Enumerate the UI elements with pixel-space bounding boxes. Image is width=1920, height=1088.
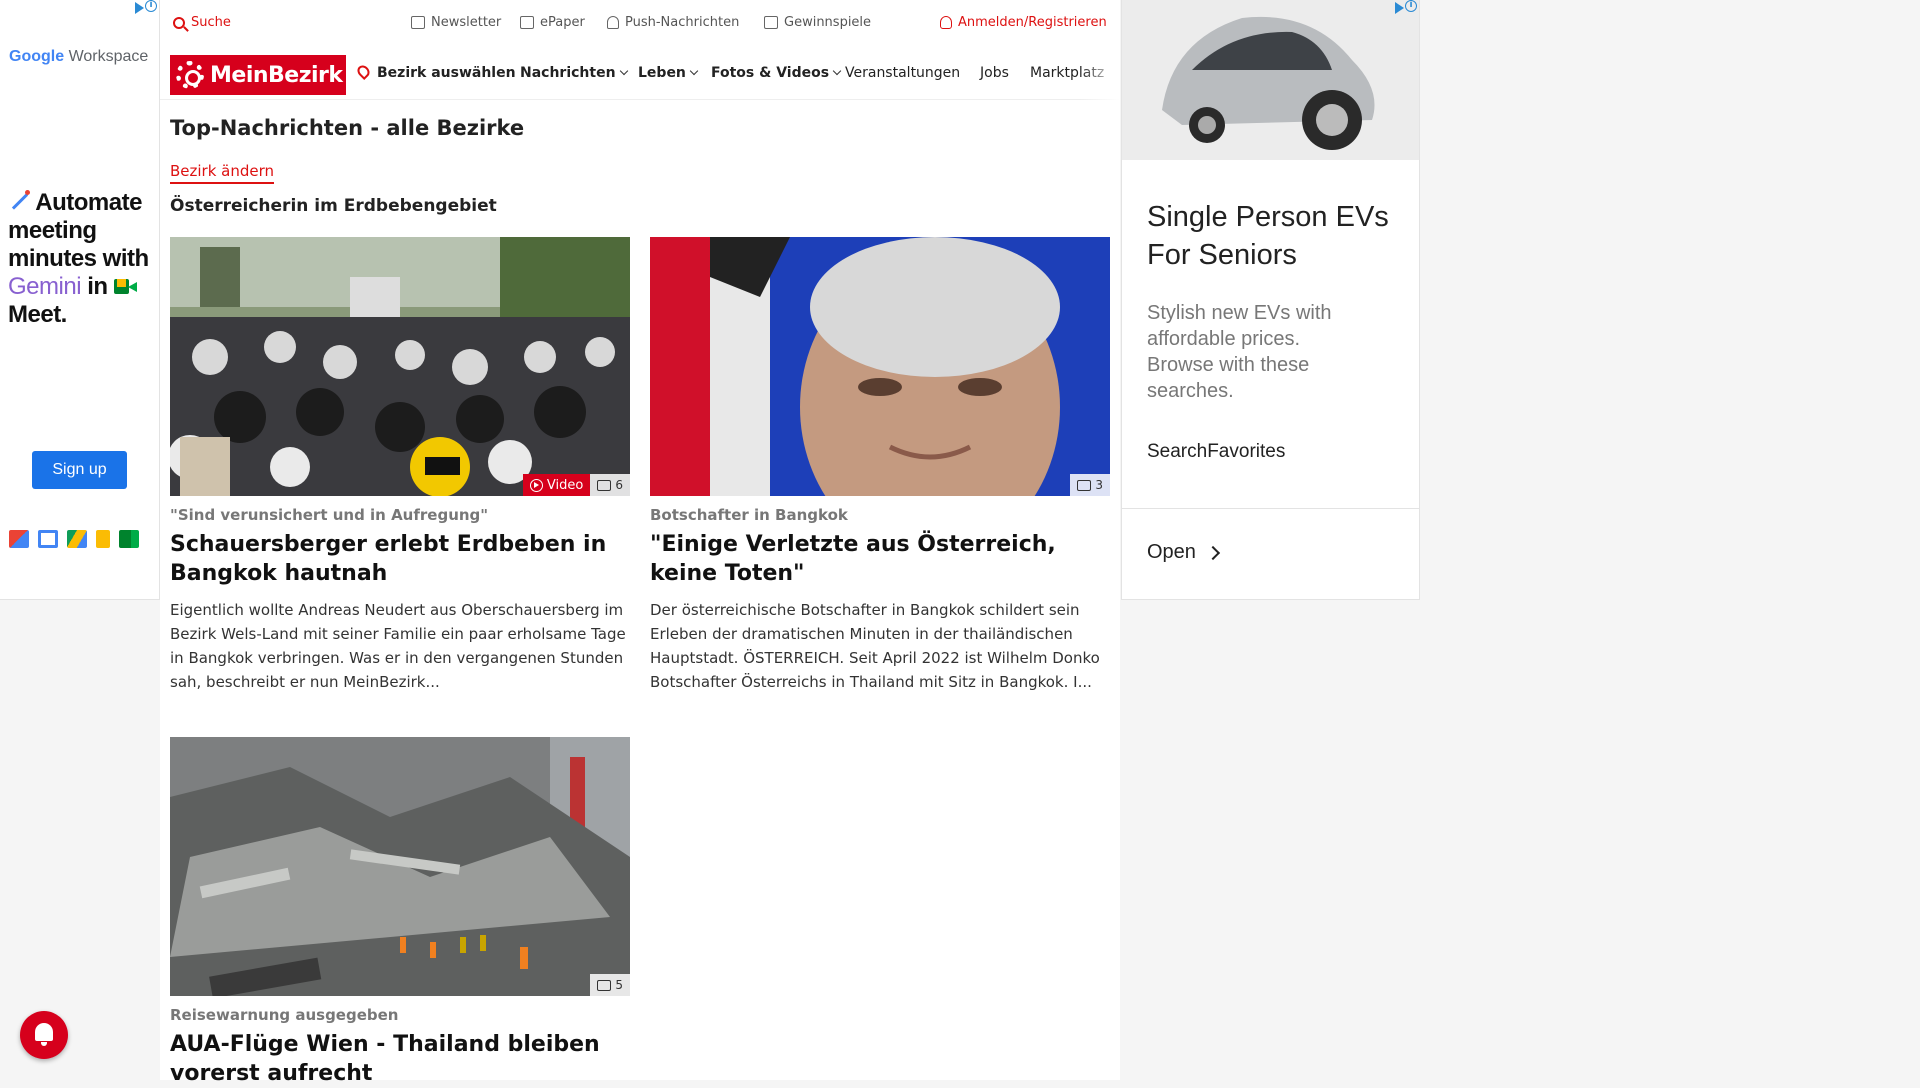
article-image-ambassador[interactable]: 3 <box>650 237 1110 496</box>
main-content: Suche Newsletter ePaper Push-Nachrichten… <box>160 0 1120 1086</box>
chevron-down-icon <box>689 66 699 76</box>
bezirk-select-button[interactable]: Bezirk auswählen <box>355 63 516 81</box>
newsletter-link[interactable]: Newsletter <box>411 15 501 30</box>
article-card[interactable]: 3 Botschafter in Bangkok "Einige Verletz… <box>650 237 1110 694</box>
epaper-link[interactable]: ePaper <box>520 15 585 30</box>
play-icon <box>529 478 543 492</box>
meinbezirk-logo[interactable]: MeinBezirk <box>170 55 346 95</box>
change-bezirk-link[interactable]: Bezirk ändern <box>170 162 275 184</box>
photo-count-badge: 5 <box>590 974 630 996</box>
nav-fade <box>1080 52 1120 100</box>
search-link[interactable]: Suche <box>173 15 231 30</box>
chevron-down-icon <box>619 66 628 76</box>
ad-headline[interactable]: Single Person EVs For Seniors <box>1147 198 1407 274</box>
calendar-icon <box>38 530 58 548</box>
article-kicker: "Sind verunsichert und in Aufregung" <box>170 506 489 524</box>
meet-icon <box>119 530 139 548</box>
push-notifications-link[interactable]: Push-Nachrichten <box>607 15 739 30</box>
ad-open-button[interactable]: Open <box>1147 541 1221 564</box>
article-kicker: Reisewarnung ausgegeben <box>170 1006 399 1024</box>
games-link[interactable]: Gewinnspiele <box>764 15 871 30</box>
section-heading: Österreicherin im Erdbebengebiet <box>170 196 497 216</box>
article-title[interactable]: "Einige Verletzte aus Österreich, keine … <box>650 530 1110 588</box>
chevron-down-icon <box>832 66 842 76</box>
article-title[interactable]: AUA-Flüge Wien - Thailand bleiben vorers… <box>170 1030 630 1088</box>
newspaper-icon <box>520 16 534 29</box>
gmail-icon <box>9 530 29 548</box>
article-image-traffic[interactable]: Video 6 <box>170 237 630 496</box>
adchoices-icon[interactable]: i <box>135 0 157 14</box>
meet-icon <box>113 276 138 296</box>
gallery-icon <box>1077 479 1092 491</box>
article-title[interactable]: Schauersberger erlebt Erdbeben in Bangko… <box>170 530 630 588</box>
user-icon <box>940 16 952 29</box>
notification-bell-button[interactable] <box>20 1011 68 1059</box>
video-badge: Video <box>522 474 591 496</box>
ad-image-ev[interactable]: i <box>1122 0 1419 160</box>
divider <box>1122 508 1419 509</box>
gift-icon <box>764 16 778 29</box>
photo-count-badge: 3 <box>1070 474 1110 496</box>
article-card[interactable]: 5 Reisewarnung ausgegeben AUA-Flüge Wien… <box>170 737 630 1088</box>
adchoices-icon[interactable]: i <box>1395 0 1417 14</box>
nav-item-veranstaltungen[interactable]: Veranstaltungen <box>845 65 960 81</box>
photo-count-badge: 6 <box>590 474 630 496</box>
nav-item-jobs[interactable]: Jobs <box>980 65 1009 81</box>
ad-signup-button[interactable]: Sign up <box>32 451 127 489</box>
article-kicker: Botschafter in Bangkok <box>650 506 848 524</box>
article-teaser: Der österreichische Botschafter in Bangk… <box>650 601 1100 691</box>
keep-icon <box>96 530 110 548</box>
chevron-right-icon <box>1205 545 1221 560</box>
location-pin-icon <box>355 63 372 80</box>
ad-description: Stylish new EVs with affordable prices. … <box>1147 302 1332 402</box>
article-image-rubble[interactable]: 5 <box>170 737 630 996</box>
ad-headline: Automate meeting minutes with Gemini in … <box>8 189 149 328</box>
login-link[interactable]: Anmelden/Registrieren <box>940 15 1107 30</box>
nav-item-leben[interactable]: Leben <box>638 65 699 81</box>
logo-sun-icon <box>176 61 204 89</box>
bell-icon <box>607 16 619 29</box>
gallery-icon <box>597 479 612 491</box>
article-teaser: Eigentlich wollte Andreas Neudert aus Ob… <box>170 601 626 691</box>
mail-icon <box>411 16 425 29</box>
left-ad-banner[interactable]: i Google Workspace Automate meeting minu… <box>0 0 160 600</box>
google-workspace-logo: Google Workspace <box>9 48 149 65</box>
magic-wand-icon <box>8 190 30 212</box>
bell-icon <box>35 1023 53 1041</box>
article-card[interactable]: Video 6 "Sind verunsichert und in Aufreg… <box>170 237 630 694</box>
main-navigation: MeinBezirk Bezirk auswählen Nachrichten … <box>160 52 1120 100</box>
top-utility-bar: Suche Newsletter ePaper Push-Nachrichten… <box>160 0 1120 46</box>
nav-item-nachrichten[interactable]: Nachrichten <box>520 65 628 81</box>
right-ad-banner[interactable]: i Single Person EVs For Seniors Stylish … <box>1121 0 1420 600</box>
bell-clapper <box>41 1042 47 1046</box>
drive-icon <box>67 530 87 548</box>
google-apps-icons <box>9 530 139 548</box>
page-title: Top-Nachrichten - alle Bezirke <box>170 116 525 140</box>
ad-advertiser: SearchFavorites <box>1147 441 1286 462</box>
nav-item-fotos-videos[interactable]: Fotos & Videos <box>711 65 842 81</box>
search-icon <box>173 16 185 29</box>
gallery-icon <box>597 979 612 991</box>
